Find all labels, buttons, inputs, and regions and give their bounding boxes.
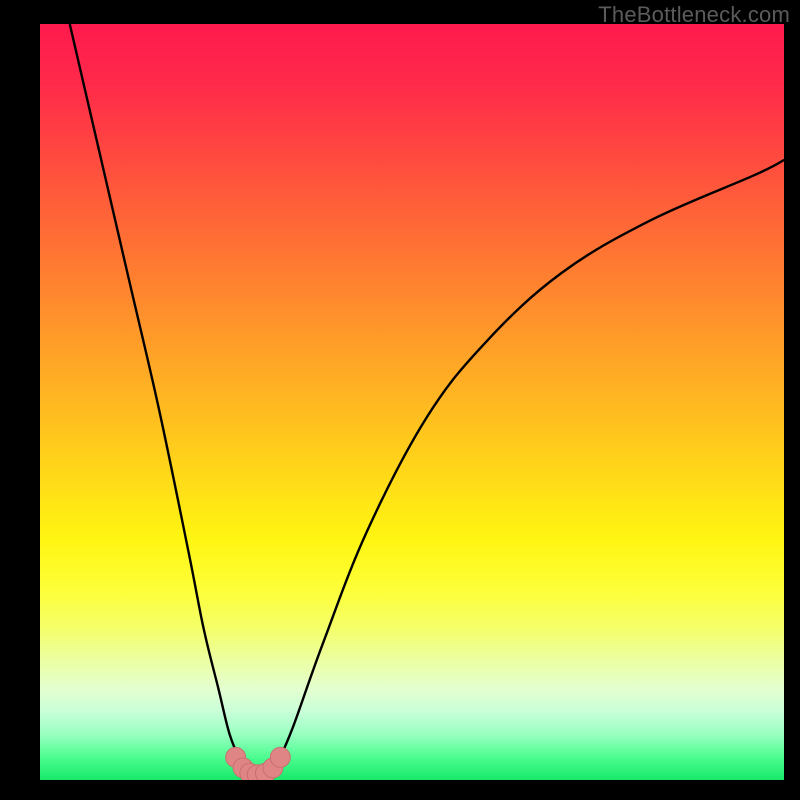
valley-markers [226,747,291,780]
chart-svg [40,24,784,780]
curve-path [70,24,784,775]
bottleneck-curve [70,24,784,775]
valley-marker [270,747,290,767]
plot-area [40,24,784,780]
watermark-text: TheBottleneck.com [598,2,790,28]
chart-frame: TheBottleneck.com [0,0,800,800]
